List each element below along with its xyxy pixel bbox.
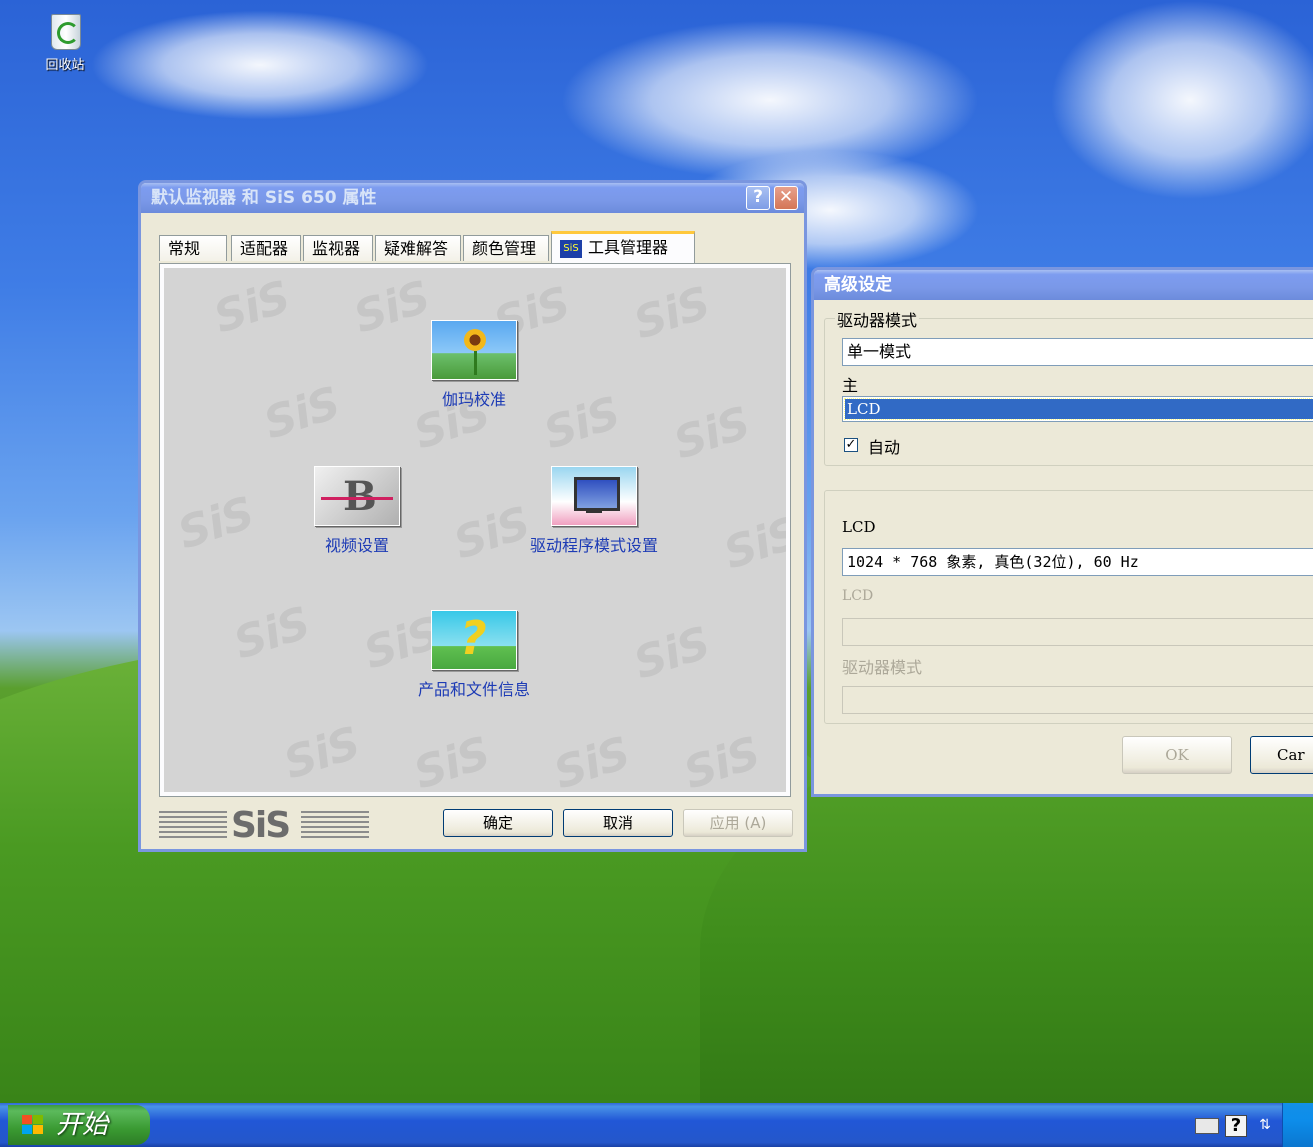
advanced-cancel-button[interactable]: Car (1250, 736, 1313, 774)
tab-general[interactable]: 常规 (159, 235, 227, 261)
primary-label: 主 (842, 376, 859, 395)
sis-watermark: SiS (677, 727, 766, 792)
question-mark-icon: ? (431, 610, 517, 670)
sunflower-icon (431, 320, 517, 380)
keyboard-icon[interactable] (1195, 1113, 1219, 1137)
tab-monitor[interactable]: 监视器 (303, 235, 373, 261)
desktop: 回收站 高级设定 驱动器模式 单一模式 主 LCD ✓ 自动 LCD 1024 … (0, 0, 1313, 1147)
lcd-label-disabled: LCD (842, 588, 874, 604)
start-label: 开始 (56, 1110, 109, 1140)
recycle-bin-label: 回收站 (45, 58, 85, 73)
sky-cloud (90, 10, 430, 120)
lcd-label: LCD (842, 518, 876, 536)
advanced-settings-window: 高级设定 驱动器模式 单一模式 主 LCD ✓ 自动 LCD 1024 * 76… (811, 267, 1313, 797)
ok-button[interactable]: 确定 (443, 809, 553, 837)
help-button[interactable]: ? (746, 186, 770, 210)
driver-mode-tool[interactable]: 驱动程序模式设置 (504, 466, 684, 556)
advanced-ok-button[interactable]: OK (1122, 736, 1232, 774)
sis-watermark: SiS (547, 727, 636, 792)
sky-cloud (1050, 0, 1313, 200)
video-settings-tool[interactable]: B 视频设置 (282, 466, 432, 556)
tab-adapter[interactable]: 适配器 (231, 235, 301, 261)
sis-watermark: SiS (277, 717, 366, 790)
display-window-title: 默认监视器 和 SiS 650 属性 (151, 188, 377, 208)
apply-button[interactable]: 应用 (A) (683, 809, 793, 837)
close-button[interactable]: ✕ (774, 186, 798, 210)
start-button[interactable]: 开始 (8, 1105, 150, 1145)
help-icon[interactable]: ? (1225, 1115, 1247, 1137)
video-settings-label: 视频设置 (324, 536, 389, 555)
sis-watermark: SiS (207, 271, 296, 344)
primary-display-selected-item[interactable]: LCD (844, 398, 1313, 420)
monitor-screen-icon (551, 466, 637, 526)
recycle-bin-icon (45, 8, 85, 50)
sis-logo: SiS (159, 805, 369, 846)
primary-display-list[interactable]: LCD (842, 396, 1313, 422)
display-properties-window: 默认监视器 和 SiS 650 属性 ? ✕ 常规 适配器 监视器 疑难解答 颜… (138, 180, 807, 852)
gamma-calibration-label: 伽玛校准 (441, 390, 506, 409)
driver-mode-label-disabled: 驱动器模式 (842, 658, 923, 677)
tab-color-management[interactable]: 颜色管理 (463, 235, 549, 261)
windows-flag-icon (22, 1115, 44, 1135)
sis-watermark: SiS (227, 597, 316, 670)
display-title-bar[interactable]: 默认监视器 和 SiS 650 属性 ? ✕ (141, 183, 804, 213)
tab-troubleshoot[interactable]: 疑难解答 (375, 235, 461, 261)
sis-watermark: SiS (667, 397, 756, 470)
driver-mode-settings-label: 驱动程序模式设置 (529, 536, 658, 555)
advanced-title-bar[interactable]: 高级设定 (814, 270, 1313, 300)
sis-watermark: SiS (627, 277, 716, 350)
tool-manager-panel: SiS SiS SiS SiS SiS SiS SiS SiS SiS SiS … (159, 263, 791, 797)
resolution-select[interactable]: 1024 * 768 象素, 真色(32位), 60 Hz (842, 548, 1313, 576)
sis-watermark: SiS (407, 727, 496, 792)
tray-edge (1282, 1103, 1313, 1147)
sis-watermark: SiS (717, 507, 786, 580)
tab-tool-manager[interactable]: SiS 工具管理器 (551, 231, 695, 263)
lcd-disabled-field (842, 618, 1313, 646)
tab-tool-manager-label: 工具管理器 (588, 238, 669, 257)
sis-watermark: SiS (257, 377, 346, 450)
tool-manager-canvas: SiS SiS SiS SiS SiS SiS SiS SiS SiS SiS … (164, 268, 786, 792)
auto-label: 自动 (868, 438, 901, 457)
taskbar: 开始 ? ⇅ (0, 1103, 1313, 1147)
driver-mode-select[interactable]: 单一模式 (842, 338, 1313, 366)
advanced-window-title: 高级设定 (824, 275, 892, 295)
driver-mode-disabled-field (842, 686, 1313, 714)
system-tray: ? ⇅ (1153, 1103, 1283, 1147)
product-info-tool[interactable]: ? 产品和文件信息 (384, 610, 564, 700)
auto-checkbox[interactable]: ✓ (844, 438, 858, 452)
gamma-calibration-tool[interactable]: 伽玛校准 (394, 320, 554, 410)
driver-mode-legend: 驱动器模式 (835, 307, 920, 331)
sis-watermark: SiS (171, 487, 260, 560)
sis-logo-text: SiS (231, 805, 291, 846)
video-b-icon: B (314, 466, 400, 526)
restore-arrows-icon[interactable]: ⇅ (1253, 1113, 1277, 1137)
recycle-bin-shortcut[interactable]: 回收站 (30, 8, 100, 73)
sis-tab-icon: SiS (560, 239, 582, 258)
cancel-button[interactable]: 取消 (563, 809, 673, 837)
product-info-label: 产品和文件信息 (417, 680, 530, 699)
sis-watermark: SiS (627, 617, 716, 690)
